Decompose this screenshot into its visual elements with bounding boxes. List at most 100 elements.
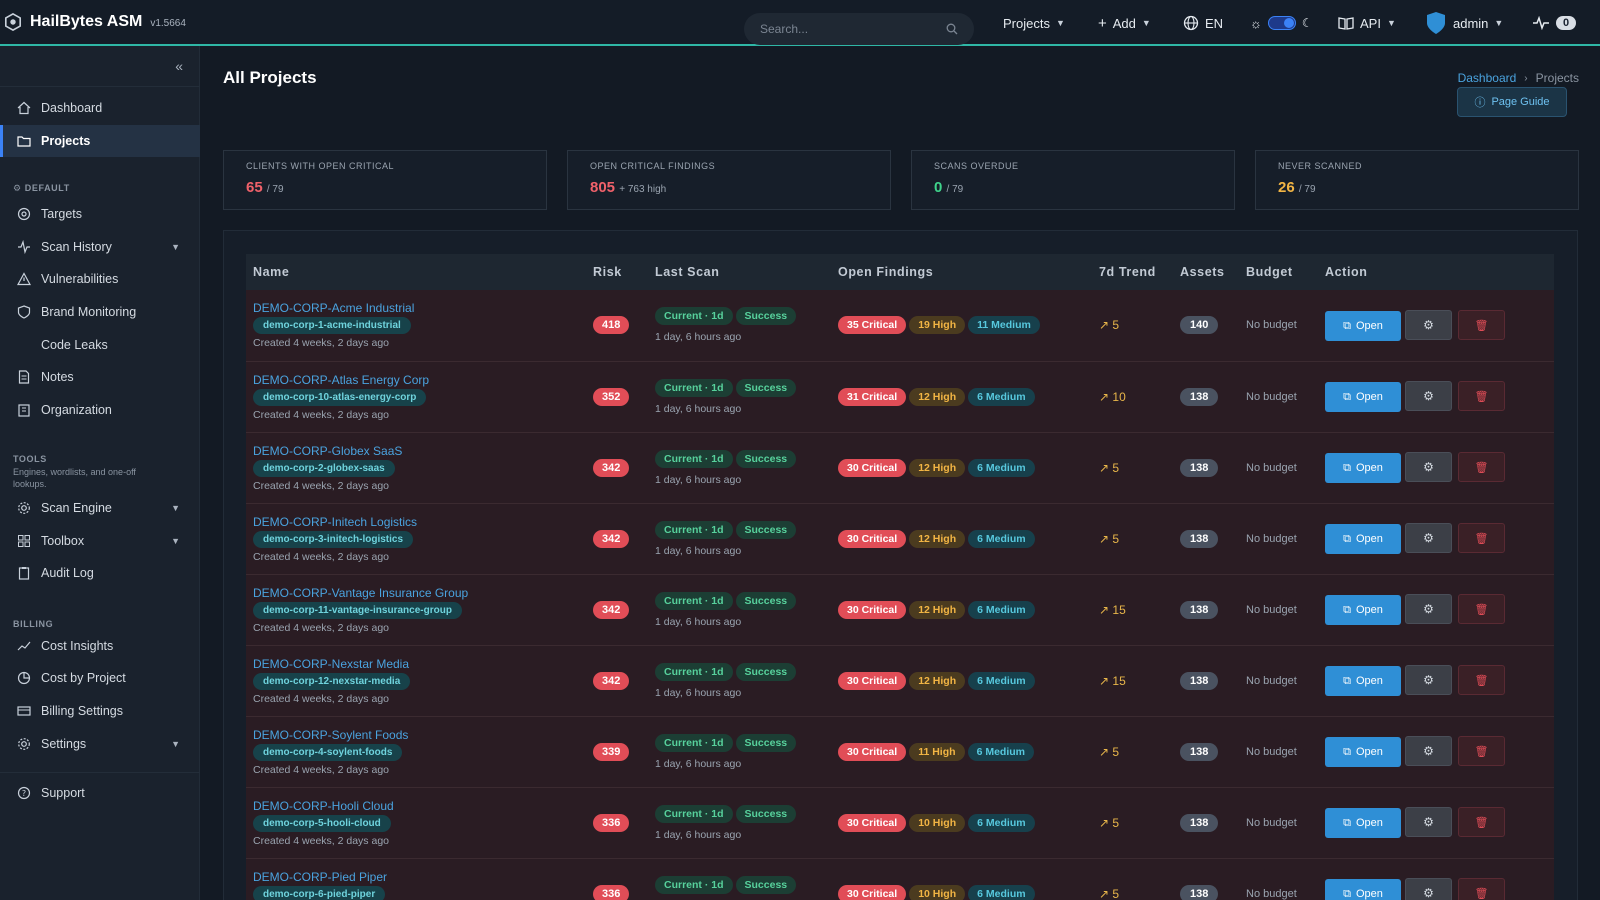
col-budget[interactable]: Budget [1239,254,1318,290]
delete-button[interactable]: 🗑 [1458,736,1505,767]
stat-value-row: 65 / 79 [246,179,524,196]
sidebar-item-targets[interactable]: Targets [0,198,200,230]
assets-badge: 138 [1180,813,1219,832]
settings-button[interactable]: ⚙ [1405,380,1452,411]
settings-button[interactable]: ⚙ [1405,451,1452,482]
sidebar-item-audit-log[interactable]: Audit Log [0,557,200,589]
open-button[interactable]: ⧉ Open [1325,311,1401,341]
stat-value: 65 [246,179,263,196]
open-button[interactable]: ⧉ Open [1325,524,1401,555]
delete-button[interactable]: 🗑 [1458,665,1505,696]
settings-icon [17,737,31,751]
projects-menu[interactable]: Projects ▼ [1003,0,1065,46]
sidebar-item-notes[interactable]: Notes [0,361,200,393]
col-last-scan[interactable]: Last Scan [648,254,831,290]
delete-button[interactable]: 🗑 [1458,878,1505,900]
search-icon [946,23,958,35]
search-box[interactable] [744,13,974,45]
col-assets[interactable]: Assets [1173,254,1239,290]
sidebar-item-toolbox[interactable]: Toolbox ▼ [0,525,200,557]
sidebar-item-organization[interactable]: Organization [0,394,200,426]
created-time: Created 4 weeks, 2 days ago [253,763,389,776]
critical-badge: 35 Critical [838,316,907,335]
collapse-sidebar-icon[interactable]: « [175,58,183,74]
settings-button[interactable]: ⚙ [1405,522,1452,553]
project-link[interactable]: DEMO-CORP-Atlas Energy Corp [253,373,579,387]
settings-button[interactable]: ⚙ [1405,877,1452,900]
project-slug-badge: demo-corp-2-globex-saas [253,459,395,477]
col-name[interactable]: Name [246,254,586,290]
settings-button[interactable]: ⚙ [1405,593,1452,624]
breadcrumb-home[interactable]: Dashboard [1458,71,1517,85]
section-tools-label: TOOLS [13,454,47,464]
cell-budget: No budget [1239,645,1318,716]
theme-switch[interactable] [1267,16,1296,30]
sidebar-item-cost-by-project[interactable]: Cost by Project [0,662,200,694]
language-menu[interactable]: EN [1183,0,1223,46]
col-risk[interactable]: Risk [586,254,648,290]
add-menu-label: Add [1112,15,1136,31]
target-icon [17,207,31,221]
delete-button[interactable]: 🗑 [1458,310,1505,340]
cell-last-scan: Current · 1dSuccess 1 day, 6 hours ago [648,290,831,361]
project-link[interactable]: DEMO-CORP-Hooli Cloud [253,799,579,813]
trend-indicator: ↗ 5 [1099,887,1119,900]
sidebar-item-scan-engine[interactable]: Scan Engine ▼ [0,492,200,524]
settings-button[interactable]: ⚙ [1405,806,1452,837]
col-7d-trend[interactable]: 7d Trend [1092,254,1173,290]
project-link[interactable]: DEMO-CORP-Vantage Insurance Group [253,586,579,600]
cell-open-findings: 30 Critical 11 High 6 Medium [831,716,1092,787]
add-menu[interactable]: + Add ▼ [1098,0,1151,46]
theme-toggle[interactable]: ☼ ☾ [1250,0,1313,46]
sidebar-item-brand-monitoring[interactable]: Brand Monitoring [0,296,200,328]
open-button[interactable]: ⧉ Open [1325,595,1401,626]
delete-button[interactable]: 🗑 [1458,381,1505,412]
project-link[interactable]: DEMO-CORP-Nexstar Media [253,657,579,671]
page-guide-button[interactable]: ⓘ Page Guide [1457,87,1567,117]
open-button[interactable]: ⧉ Open [1325,808,1401,839]
cell-assets: 138 [1173,432,1239,503]
delete-button[interactable]: 🗑 [1458,452,1505,483]
sidebar-item-settings[interactable]: Settings ▼ [0,728,200,760]
open-button[interactable]: ⧉ Open [1325,453,1401,484]
sidebar-item-scan-history[interactable]: Scan History ▼ [0,231,200,263]
stat-label: OPEN CRITICAL FINDINGS [590,161,716,171]
sidebar-item-billing-settings[interactable]: Billing Settings [0,695,200,727]
open-button[interactable]: ⧉ Open [1325,382,1401,413]
sidebar-item-vulnerabilities[interactable]: Vulnerabilities [0,263,200,295]
sidebar-item-label: Cost by Project [41,671,126,685]
search-input[interactable] [760,22,930,36]
sidebar-item-support[interactable]: ? Support [0,777,200,809]
settings-button[interactable]: ⚙ [1405,664,1452,695]
project-link[interactable]: DEMO-CORP-Initech Logistics [253,515,579,529]
open-button[interactable]: ⧉ Open [1325,737,1401,768]
delete-button[interactable]: 🗑 [1458,523,1505,554]
delete-button[interactable]: 🗑 [1458,594,1505,625]
scan-time: 1 day, 6 hours ago [655,615,742,628]
trend-indicator: ↗ 5 [1099,461,1119,475]
open-button-label: Open [1355,888,1383,900]
api-menu[interactable]: API ▼ [1338,0,1396,46]
open-button[interactable]: ⧉ Open [1325,879,1401,900]
settings-button[interactable]: ⚙ [1405,735,1452,766]
settings-button[interactable]: ⚙ [1405,309,1452,340]
project-slug-badge: demo-corp-4-soylent-foods [253,743,403,761]
delete-button[interactable]: 🗑 [1458,807,1505,838]
table-row: DEMO-CORP-Pied Piper demo-corp-6-pied-pip… [246,858,1554,900]
sidebar-item-code-leaks[interactable]: Code Leaks [0,329,200,361]
activity-notifications[interactable]: 0 [1532,0,1577,46]
brand[interactable]: HailBytes ASM v1.5664 [0,13,200,31]
sidebar-item-projects[interactable]: Projects [0,125,200,157]
cell-name: DEMO-CORP-Acme Industrial demo-corp-1-acm… [246,290,586,361]
sidebar-item-label: Settings [41,737,87,751]
project-link[interactable]: DEMO-CORP-Acme Industrial [253,301,579,315]
sidebar-item-cost-insights[interactable]: Cost Insights [0,630,200,662]
col-open-findings[interactable]: Open Findings [831,254,1092,290]
user-menu[interactable]: admin ▼ [1425,0,1503,46]
project-link[interactable]: DEMO-CORP-Globex SaaS [253,444,579,458]
created-time: Created 4 weeks, 2 days ago [253,550,389,563]
open-button[interactable]: ⧉ Open [1325,666,1401,697]
sidebar-item-dashboard[interactable]: Dashboard [0,92,200,124]
project-link[interactable]: DEMO-CORP-Soylent Foods [253,728,579,742]
project-link[interactable]: DEMO-CORP-Pied Piper [253,870,579,884]
